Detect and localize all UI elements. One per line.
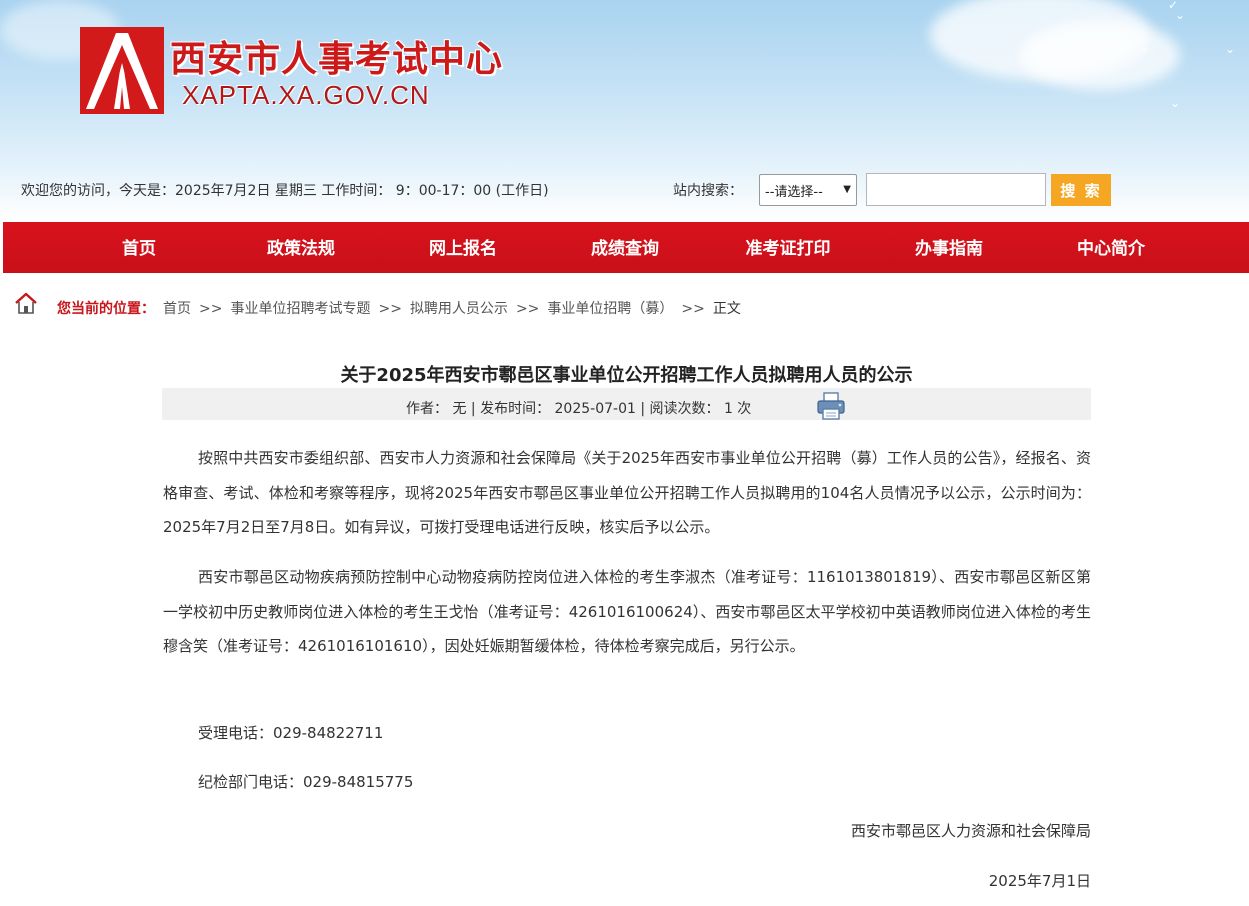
chevron-down-icon: ▼ bbox=[843, 184, 851, 195]
article-meta: 作者： 无 | 发布时间： 2025-07-01 | 阅读次数： 1 次 bbox=[406, 401, 752, 417]
bird-icon: ⌄ bbox=[1140, 40, 1151, 54]
breadcrumb-item-home[interactable]: 首页 bbox=[163, 301, 191, 317]
main-nav: 首页 政策法规 网上报名 成绩查询 准考证打印 办事指南 中心简介 bbox=[3, 222, 1249, 273]
article-date: 2025年7月1日 bbox=[988, 872, 1091, 890]
discipline-phone-line: 纪检部门电话：029-84815775 bbox=[198, 773, 414, 791]
nav-item-home[interactable]: 首页 bbox=[79, 222, 199, 273]
breadcrumb-item-current: 正文 bbox=[712, 301, 741, 317]
site-url: XAPTA.XA.GOV.CN bbox=[182, 80, 430, 110]
article-paragraph: 按照中共西安市委组织部、西安市人力资源和社会保障局《关于2025年西安市事业单位… bbox=[163, 449, 1091, 536]
phone-line: 受理电话：029-84822711 bbox=[198, 724, 384, 742]
nav-item-admission[interactable]: 准考证打印 bbox=[723, 222, 853, 273]
logo-icon bbox=[80, 27, 164, 114]
breadcrumb-separator: >> bbox=[378, 301, 402, 317]
article-paragraph: 西安市鄠邑区动物疾病预防控制中心动物疫病防控岗位进入体检的考生李淑杰（准考证号：… bbox=[163, 568, 1091, 655]
breadcrumb-item-recruit[interactable]: 事业单位招聘（募） bbox=[547, 301, 673, 317]
print-icon[interactable] bbox=[816, 391, 846, 421]
nav-item-guide[interactable]: 办事指南 bbox=[889, 222, 1009, 273]
search-label: 站内搜索： bbox=[673, 183, 743, 199]
breadcrumb-separator: >> bbox=[681, 301, 705, 317]
breadcrumb-item-notice[interactable]: 拟聘用人员公示 bbox=[410, 301, 508, 317]
breadcrumb-label: 您当前的位置： bbox=[57, 301, 155, 317]
article-signature: 西安市鄠邑区人力资源和社会保障局 bbox=[850, 822, 1091, 840]
bird-icon: ⌄ bbox=[1170, 96, 1181, 110]
bird-icon: ⌄ bbox=[1225, 42, 1236, 56]
home-icon bbox=[15, 292, 37, 314]
search-select-value: --请选择-- bbox=[765, 184, 823, 200]
welcome-text: 欢迎您的访问，今天是：2025年7月2日 星期三 工作时间： 9：00-17：0… bbox=[21, 183, 549, 199]
nav-item-policy[interactable]: 政策法规 bbox=[241, 222, 361, 273]
breadcrumb-item-topic[interactable]: 事业单位招聘考试专题 bbox=[230, 301, 370, 317]
cloud-decoration bbox=[1020, 20, 1180, 90]
nav-item-about[interactable]: 中心简介 bbox=[1051, 222, 1171, 273]
breadcrumb-separator: >> bbox=[199, 301, 223, 317]
site-title: 西安市人事考试中心 bbox=[170, 39, 504, 80]
nav-item-scores[interactable]: 成绩查询 bbox=[565, 222, 685, 273]
nav-item-register[interactable]: 网上报名 bbox=[403, 222, 523, 273]
breadcrumb-separator: >> bbox=[515, 301, 540, 317]
search-button[interactable]: 搜 索 bbox=[1051, 174, 1111, 206]
article-title: 关于2025年西安市鄠邑区事业单位公开招聘工作人员拟聘用人员的公示 bbox=[340, 365, 913, 386]
breadcrumb: 首页 >> 事业单位招聘考试专题 >> 拟聘用人员公示 >> 事业单位招聘（募） >> 正文 bbox=[163, 298, 741, 318]
bird-icon: ⌄ bbox=[1175, 8, 1186, 22]
search-category-select[interactable]: --请选择-- ▼ bbox=[759, 174, 857, 206]
search-input[interactable] bbox=[866, 173, 1046, 206]
